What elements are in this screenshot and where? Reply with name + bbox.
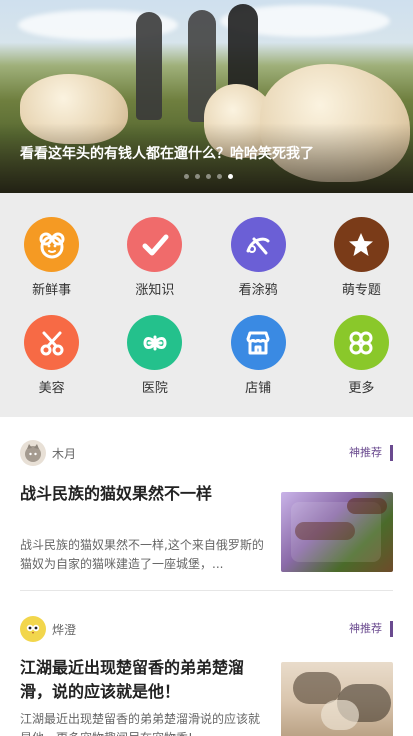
author-name: 木月	[52, 446, 77, 461]
category-item-doodles[interactable]: 看涂鸦	[207, 217, 310, 315]
category-label: 美容	[38, 381, 65, 396]
category-item-hospital[interactable]: 医院	[103, 315, 206, 413]
article-card[interactable]: 木月 神推荐 战斗民族的猫奴果然不一样 战斗民族的猫奴果然不一样,这个来自俄罗斯…	[0, 417, 413, 574]
article-text: 江湖最近出现楚留香的弟弟楚溜滑，说的应该就是他！ 江湖最近出现楚留香的弟弟楚溜滑…	[20, 650, 265, 736]
carousel-dot[interactable]	[195, 174, 200, 179]
banner-caption[interactable]: 看看这年头的有钱人都在遛什么？哈哈笑死我了	[20, 143, 314, 163]
cat-avatar-icon	[20, 440, 46, 466]
category-label: 医院	[141, 381, 168, 396]
scissors-icon	[24, 315, 80, 370]
category-label: 看涂鸦	[238, 283, 278, 298]
article-thumbnail[interactable]	[281, 492, 393, 572]
recommend-tag: 神推荐	[349, 445, 393, 461]
category-label: 店铺	[245, 381, 272, 396]
carousel-dot-active[interactable]	[228, 174, 233, 179]
category-item-cute-topics[interactable]: 萌专题	[310, 217, 413, 315]
recommend-tag: 神推荐	[349, 621, 393, 637]
article-title[interactable]: 战斗民族的猫奴果然不一样	[20, 482, 265, 506]
carousel-dots	[184, 174, 233, 179]
article-text: 战斗民族的猫奴果然不一样 战斗民族的猫奴果然不一样,这个来自俄罗斯的猫奴为自家的…	[20, 474, 265, 574]
checkmark-icon	[127, 217, 183, 272]
author-name: 烨澄	[52, 622, 77, 637]
article-header: 烨澄 神推荐	[20, 608, 393, 650]
article-content: 江湖最近出现楚留香的弟弟楚溜滑，说的应该就是他！ 江湖最近出现楚留香的弟弟楚溜滑…	[20, 650, 393, 736]
bear-face-icon	[24, 217, 80, 272]
article-thumbnail[interactable]	[281, 662, 393, 736]
banner-carousel[interactable]: 看看这年头的有钱人都在遛什么？哈哈笑死我了	[0, 0, 413, 193]
author[interactable]: 木月	[20, 440, 76, 466]
article-header: 木月 神推荐	[20, 432, 393, 474]
author[interactable]: 烨澄	[20, 616, 76, 642]
article-card[interactable]: 烨澄 神推荐 江湖最近出现楚留香的弟弟楚溜滑，说的应该就是他！ 江湖最近出现楚留…	[0, 591, 413, 736]
owl-avatar-icon	[20, 616, 46, 642]
carousel-dot[interactable]	[217, 174, 222, 179]
article-content: 战斗民族的猫奴果然不一样 战斗民族的猫奴果然不一样,这个来自俄罗斯的猫奴为自家的…	[20, 474, 393, 574]
article-feed: 木月 神推荐 战斗民族的猫奴果然不一样 战斗民族的猫奴果然不一样,这个来自俄罗斯…	[0, 417, 413, 736]
paint-brush-icon	[230, 217, 286, 272]
category-item-beauty[interactable]: 美容	[0, 315, 103, 413]
article-title[interactable]: 江湖最近出现楚留香的弟弟楚溜滑，说的应该就是他！	[20, 656, 265, 704]
category-item-fresh-news[interactable]: 新鲜事	[0, 217, 103, 315]
medical-cross-icon	[127, 315, 183, 370]
carousel-dot[interactable]	[184, 174, 189, 179]
person-figure	[136, 12, 162, 120]
category-item-shops[interactable]: 店铺	[207, 315, 310, 413]
category-label: 新鲜事	[32, 283, 72, 298]
carousel-dot[interactable]	[206, 174, 211, 179]
article-desc: 江湖最近出现楚留香的弟弟楚溜滑说的应该就是他，更多宠物趣闻尽在宠物秀!	[20, 712, 261, 736]
article-desc: 战斗民族的猫奴果然不一样,这个来自俄罗斯的猫奴为自家的猫咪建造了一座城堡，...	[20, 538, 264, 571]
store-icon	[230, 315, 286, 370]
category-grid: 新鲜事 涨知识 看涂鸦 萌专题 美容 医院 店铺 更多	[0, 193, 413, 417]
category-item-more[interactable]: 更多	[310, 315, 413, 413]
category-label: 萌专题	[341, 283, 381, 298]
category-label: 更多	[348, 381, 375, 396]
star-icon	[333, 217, 389, 272]
category-item-knowledge[interactable]: 涨知识	[103, 217, 206, 315]
grid-icon	[333, 315, 389, 370]
category-label: 涨知识	[135, 283, 175, 298]
